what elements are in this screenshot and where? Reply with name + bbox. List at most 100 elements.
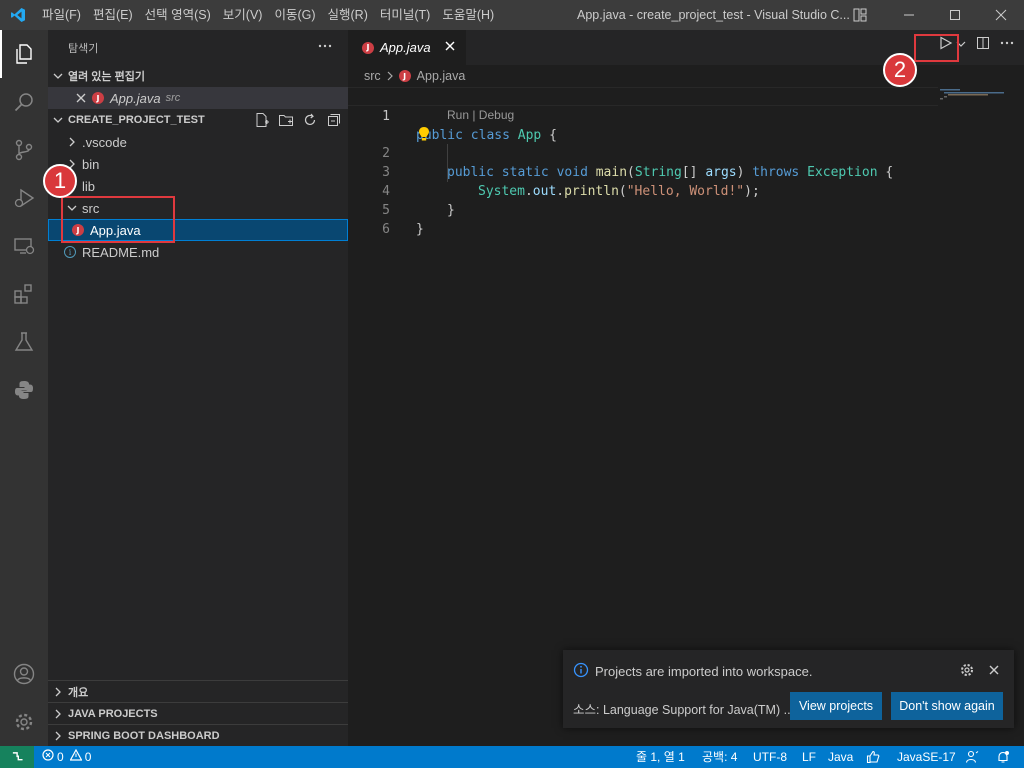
notification-source: 소스: Language Support for Java(TM) ... [573, 703, 795, 717]
outline-title: 개요 [68, 686, 89, 699]
remote-indicator-icon[interactable] [0, 746, 34, 768]
tree-item-bin[interactable]: bin [48, 153, 348, 175]
feedback-icon[interactable] [965, 746, 979, 768]
minimize-button[interactable] [886, 0, 932, 30]
annotation-box-1 [61, 196, 175, 243]
tab-app-java[interactable]: J App.java [348, 30, 466, 65]
notification-message: Projects are imported into workspace. [595, 664, 813, 679]
spring-boot-dashboard-section[interactable]: SPRING BOOT DASHBOARD [48, 724, 348, 746]
testing-icon[interactable] [0, 318, 48, 366]
settings-gear-icon[interactable] [0, 698, 48, 746]
code-line: 6 [348, 201, 938, 237]
tree-item-vscode[interactable]: .vscode [48, 131, 348, 153]
source-control-icon[interactable] [0, 126, 48, 174]
tree-item-label: README.md [82, 244, 160, 260]
close-tab-icon[interactable] [444, 40, 456, 55]
breadcrumb-folder[interactable]: src [364, 69, 381, 83]
view-projects-button[interactable]: View projects [790, 692, 882, 720]
dont-show-again-button[interactable]: Don't show again [891, 692, 1003, 720]
menu-go[interactable]: 이동(G) [268, 0, 321, 30]
menu-view[interactable]: 보기(V) [217, 0, 269, 30]
vscode-logo-icon [0, 0, 36, 30]
sidebar-title: 탐색기 [68, 42, 99, 55]
menu-bar: 파일(F) 편집(E) 선택 영역(S) 보기(V) 이동(G) 실행(R) 터… [36, 0, 500, 30]
explorer-icon[interactable] [0, 30, 48, 78]
customize-layout-icon[interactable] [852, 7, 868, 26]
info-icon [573, 662, 589, 681]
refresh-icon[interactable] [302, 112, 318, 131]
menu-terminal[interactable]: 터미널(T) [374, 0, 436, 30]
notifications-bell-icon[interactable] [996, 746, 1010, 768]
menu-edit[interactable]: 편집(E) [87, 0, 139, 30]
collapse-all-icon[interactable] [326, 112, 342, 131]
java-projects-section[interactable]: JAVA PROJECTS [48, 702, 348, 724]
thumbs-up-icon[interactable] [866, 746, 880, 768]
problems-indicator[interactable]: 0 0 [42, 746, 91, 768]
code-line: 2 public static void main(String[] args)… [348, 125, 938, 180]
tree-item-label: lib [82, 178, 96, 194]
line-number: 1 [382, 109, 390, 124]
encoding[interactable]: UTF-8 [753, 746, 787, 768]
breadcrumb-file[interactable]: App.java [417, 69, 466, 83]
code-editor[interactable]: 1 public class App { Run | Debug 2 publi… [348, 87, 1024, 746]
menu-file[interactable]: 파일(F) [36, 0, 87, 30]
new-file-icon[interactable] [254, 112, 270, 131]
warning-icon [69, 746, 83, 768]
menu-run[interactable]: 실행(R) [322, 0, 374, 30]
tree-item-label: bin [82, 156, 100, 172]
more-actions-icon[interactable] [1000, 36, 1014, 53]
cursor-position[interactable]: 줄 1, 열 1 [636, 746, 685, 768]
notification-settings-gear-icon[interactable] [960, 663, 974, 680]
outline-section[interactable]: 개요 [48, 680, 348, 702]
spring-boot-title: SPRING BOOT DASHBOARD [68, 729, 220, 742]
python-icon[interactable] [0, 366, 48, 414]
tab-label: App.java [380, 40, 431, 55]
annotation-box-2 [914, 34, 959, 62]
open-editor-item[interactable]: J App.java src [48, 87, 348, 109]
search-icon[interactable] [0, 78, 48, 126]
remote-explorer-icon[interactable] [0, 222, 48, 270]
explorer-sidebar: 탐색기 열려 있는 편집기 J App.java src CREATE_PROJ… [48, 30, 348, 746]
tree-item-lib[interactable]: lib [48, 175, 348, 197]
account-icon[interactable] [0, 650, 48, 698]
minimap[interactable] [940, 89, 1010, 101]
close-window-button[interactable] [978, 0, 1024, 30]
maximize-button[interactable] [932, 0, 978, 30]
activity-bar [0, 30, 48, 746]
workspace-title: CREATE_PROJECT_TEST [68, 114, 205, 126]
open-editors-section[interactable]: 열려 있는 편집기 [48, 65, 348, 87]
code-line: 4 } [348, 163, 938, 218]
run-debug-icon[interactable] [0, 174, 48, 222]
workspace-section[interactable]: CREATE_PROJECT_TEST [48, 109, 348, 131]
error-icon [42, 746, 54, 768]
chevron-right-icon [64, 137, 80, 147]
code-text: } [416, 222, 424, 237]
window-title: App.java - create_project_test - Visual … [577, 8, 850, 22]
end-of-line[interactable]: LF [802, 746, 816, 768]
indentation[interactable]: 공백: 4 [702, 746, 737, 768]
title-bar: 파일(F) 편집(E) 선택 영역(S) 보기(V) 이동(G) 실행(R) 터… [0, 0, 1024, 30]
more-actions-icon[interactable] [318, 39, 332, 56]
menu-help[interactable]: 도움말(H) [436, 0, 500, 30]
tree-item-readme[interactable]: i README.md [48, 241, 348, 263]
java-projects-title: JAVA PROJECTS [68, 707, 158, 720]
close-icon[interactable] [76, 93, 86, 103]
new-folder-icon[interactable] [278, 112, 294, 131]
code-line: 5 } [348, 182, 938, 237]
annotation-badge-2: 2 [883, 53, 917, 87]
sidebar-header: 탐색기 [48, 30, 348, 65]
open-editor-dir: src [165, 92, 181, 104]
error-count: 0 [57, 750, 64, 764]
code-line: 1 public class App { [348, 87, 938, 143]
split-editor-icon[interactable] [976, 36, 990, 53]
extensions-icon[interactable] [0, 270, 48, 318]
breadcrumb: src J App.java [348, 65, 1024, 87]
java-runtime[interactable]: JavaSE-17 [897, 746, 956, 768]
open-editors-title: 열려 있는 편집기 [68, 71, 145, 83]
codelens-run-debug[interactable]: Run | Debug [447, 108, 514, 122]
chevron-right-icon [48, 709, 68, 719]
menu-selection[interactable]: 선택 영역(S) [139, 0, 217, 30]
warning-count: 0 [84, 750, 92, 764]
language-mode[interactable]: Java [828, 746, 853, 768]
close-notification-icon[interactable] [988, 664, 1000, 679]
